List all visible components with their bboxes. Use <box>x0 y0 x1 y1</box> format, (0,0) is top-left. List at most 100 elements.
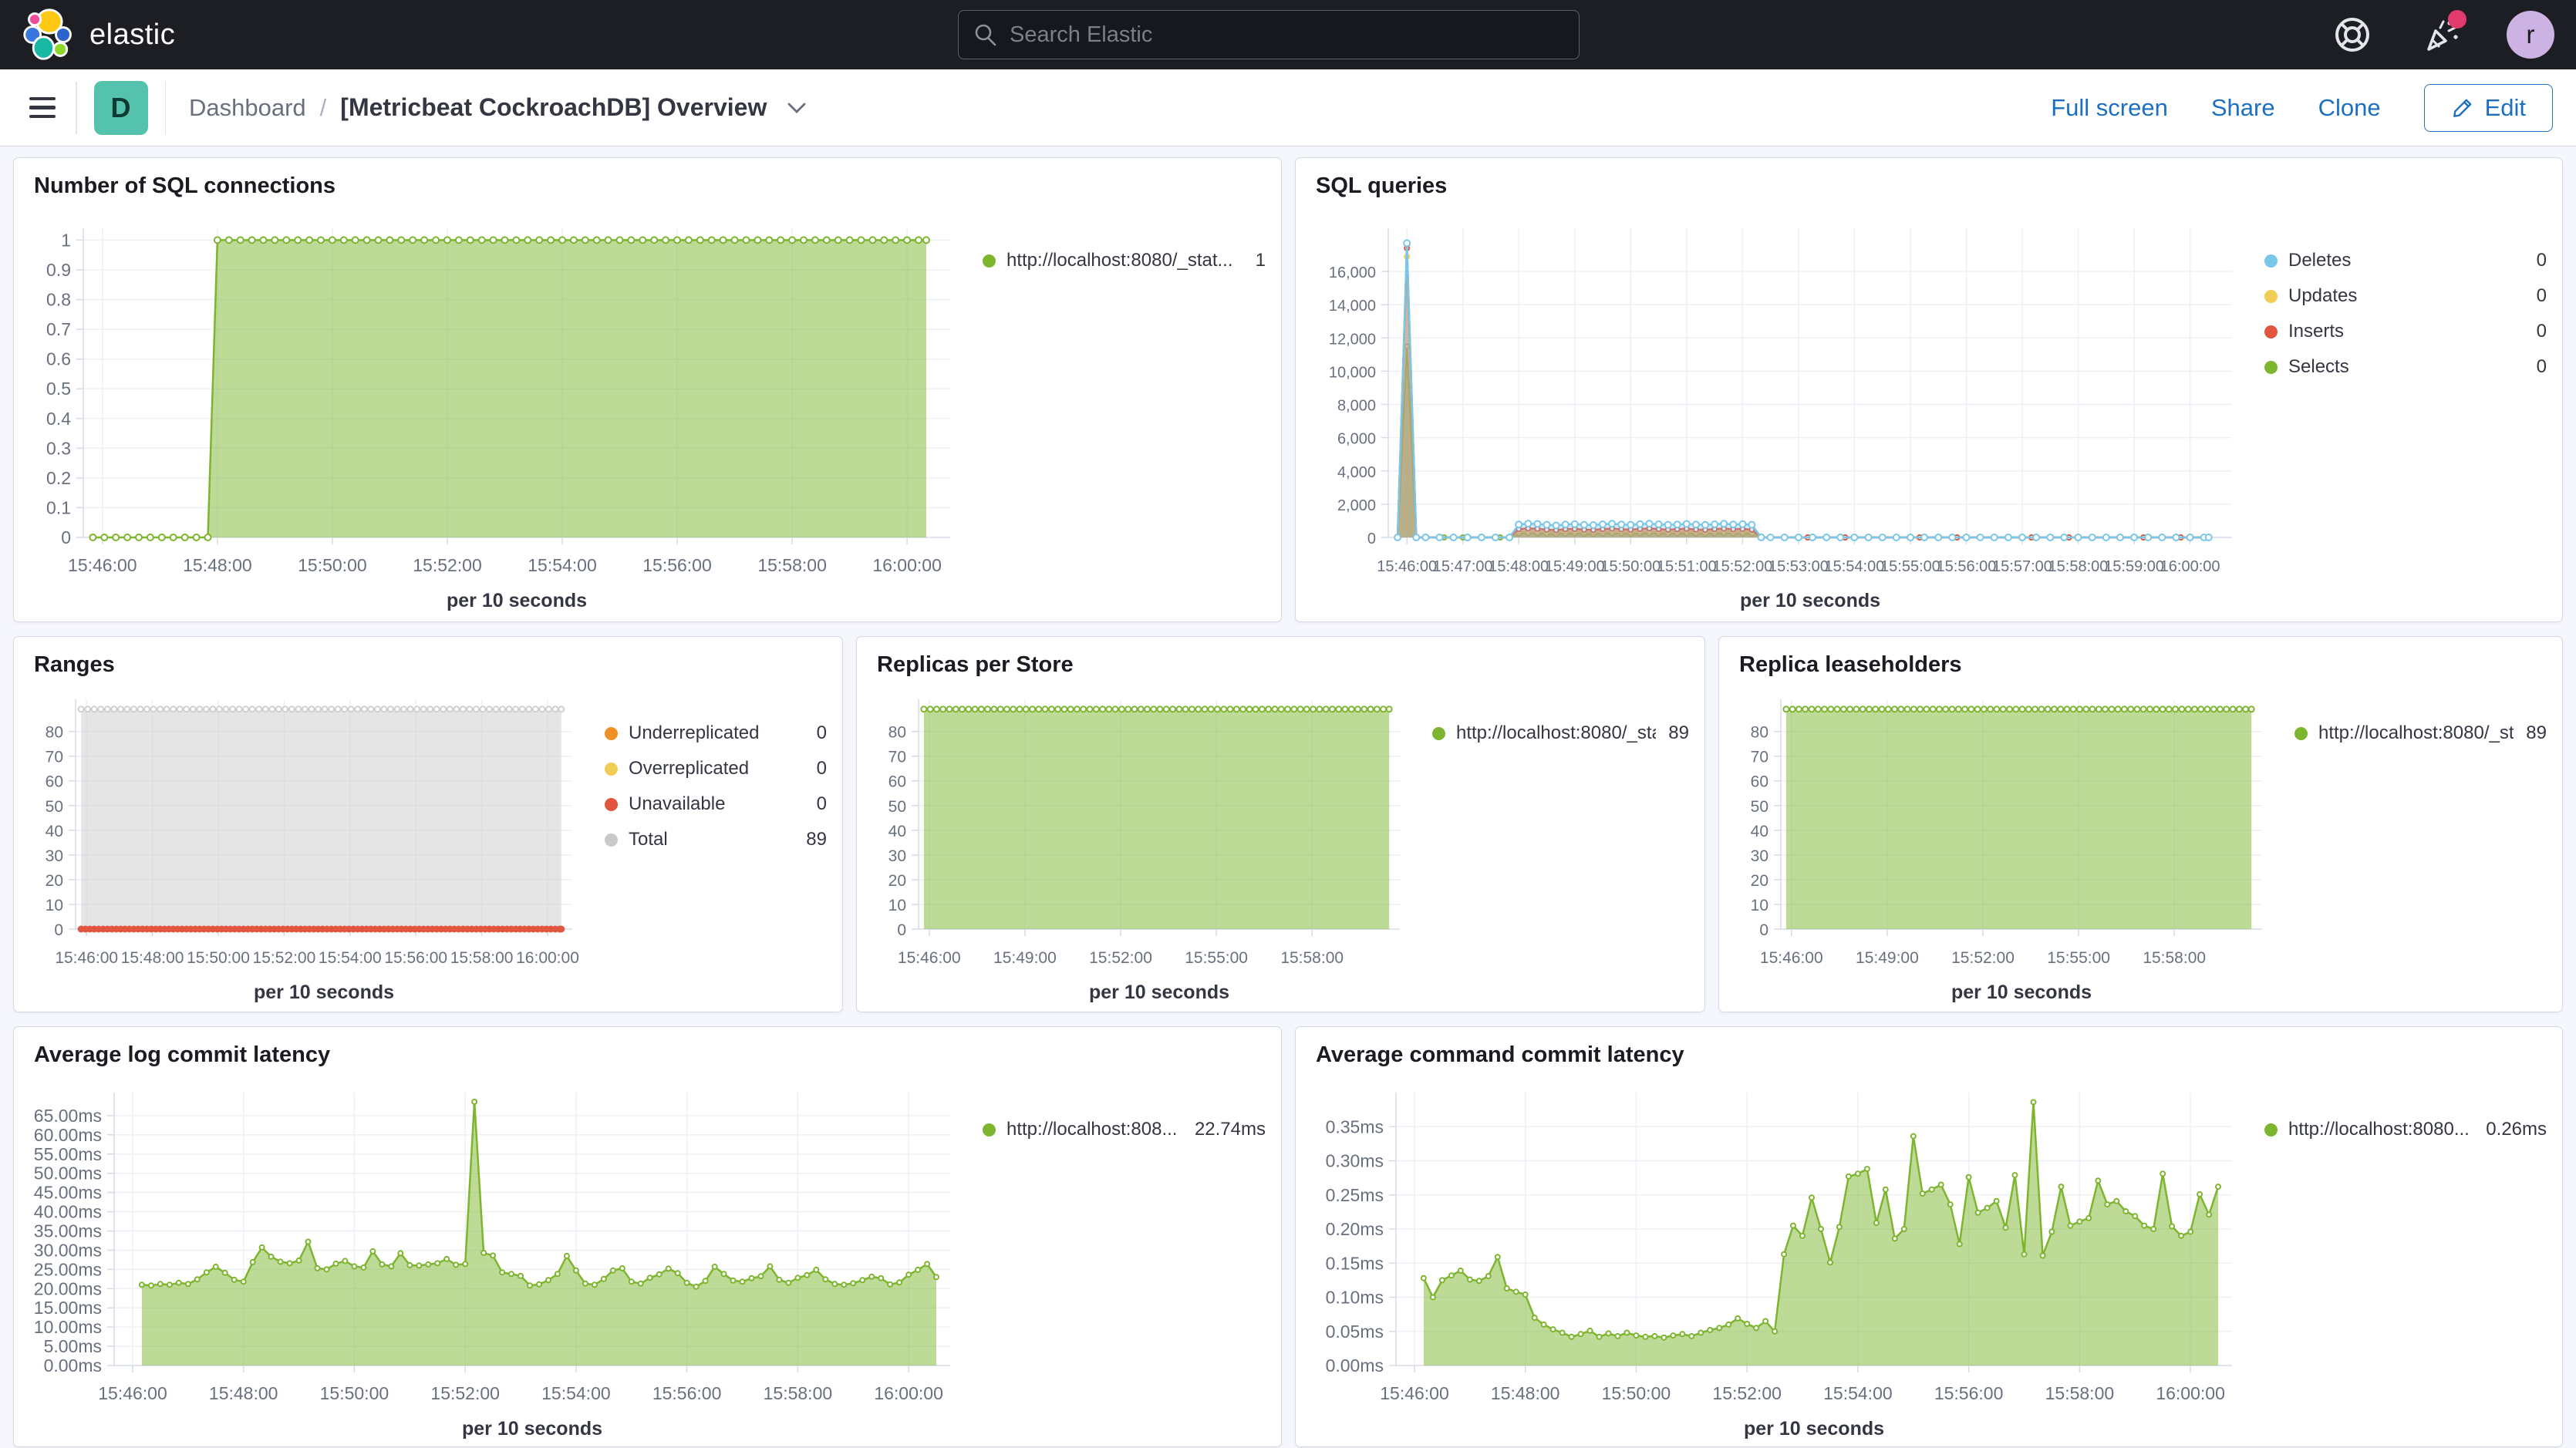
legend-value: 89 <box>2514 722 2547 744</box>
legend-entry[interactable]: Deletes 0 <box>2264 250 2547 271</box>
elastic-logo-icon <box>22 7 77 62</box>
svg-text:80: 80 <box>46 724 63 742</box>
svg-text:15:49:00: 15:49:00 <box>993 949 1057 967</box>
svg-text:0: 0 <box>1759 921 1768 939</box>
svg-text:per 10 seconds: per 10 seconds <box>1951 982 2092 1003</box>
search-icon <box>973 22 998 47</box>
svg-text:0.10ms: 0.10ms <box>1326 1288 1384 1308</box>
chart-legend: http://localhost:8080/_stat... 1 <box>963 200 1266 613</box>
legend-entry[interactable]: Total 89 <box>605 829 827 850</box>
svg-text:15:46:00: 15:46:00 <box>1380 1383 1449 1403</box>
svg-text:50: 50 <box>888 798 906 816</box>
svg-text:0.00ms: 0.00ms <box>44 1355 102 1376</box>
panel-replicas-per-store: Replicas per Store 0102030405060708015:4… <box>856 636 1705 1012</box>
svg-text:50: 50 <box>1751 798 1768 816</box>
svg-text:0: 0 <box>1367 530 1376 547</box>
badge-letter: D <box>111 92 131 124</box>
svg-text:0: 0 <box>897 921 906 939</box>
panel-title: Number of SQL connections <box>34 173 1266 199</box>
legend-entry[interactable]: Updates 0 <box>2264 285 2547 307</box>
edit-button[interactable]: Edit <box>2424 84 2553 132</box>
elastic-logo[interactable]: elastic <box>22 7 175 62</box>
avatar[interactable]: r <box>2507 11 2554 59</box>
svg-text:15:49:00: 15:49:00 <box>1545 558 1605 575</box>
legend-entry[interactable]: http://localhost:8080/_sta... 89 <box>2294 722 2547 744</box>
svg-text:15:58:00: 15:58:00 <box>2048 558 2109 575</box>
search-input[interactable] <box>958 10 1580 59</box>
panel-title: Average log commit latency <box>34 1042 1266 1068</box>
svg-text:2,000: 2,000 <box>1337 497 1376 514</box>
share-button[interactable]: Share <box>2211 94 2275 122</box>
svg-text:0.2: 0.2 <box>46 468 71 488</box>
legend-value: 0 <box>804 793 827 815</box>
svg-text:50: 50 <box>46 798 63 816</box>
svg-text:20.00ms: 20.00ms <box>34 1278 102 1298</box>
legend-entry[interactable]: Selects 0 <box>2264 356 2547 378</box>
svg-text:30: 30 <box>888 847 906 865</box>
logo-text: elastic <box>89 19 175 52</box>
legend-dot <box>605 833 618 847</box>
svg-text:15:55:00: 15:55:00 <box>1880 558 1940 575</box>
panel-title: Replica leaseholders <box>1739 652 2547 678</box>
life-ring-icon <box>2332 15 2372 55</box>
breadcrumb-dashboard[interactable]: Dashboard <box>189 94 306 122</box>
svg-text:15:52:00: 15:52:00 <box>1712 558 1772 575</box>
svg-text:5.00ms: 5.00ms <box>44 1336 102 1356</box>
svg-text:15:58:00: 15:58:00 <box>2143 949 2206 967</box>
clone-button[interactable]: Clone <box>2318 94 2381 122</box>
svg-text:80: 80 <box>1751 724 1768 742</box>
legend-label: http://localhost:8080/_sta... <box>1456 722 1656 744</box>
legend-value: 0 <box>804 758 827 780</box>
svg-text:15:56:00: 15:56:00 <box>1934 1383 2004 1403</box>
legend-label: http://localhost:8080/_sta... <box>2318 722 2514 744</box>
legend-entry[interactable]: http://localhost:8080... 0.26ms <box>2264 1119 2547 1140</box>
legend-entry[interactable]: Underreplicated 0 <box>605 722 827 744</box>
legend-dot <box>2264 361 2278 374</box>
svg-text:15:56:00: 15:56:00 <box>642 555 712 575</box>
legend-entry[interactable]: Overreplicated 0 <box>605 758 827 780</box>
page-title: [Metricbeat CockroachDB] Overview <box>340 93 767 122</box>
svg-text:0: 0 <box>61 527 71 547</box>
chevron-down-icon[interactable] <box>787 101 807 115</box>
svg-text:10: 10 <box>1751 897 1768 914</box>
help-button[interactable] <box>2331 13 2374 56</box>
svg-text:15:48:00: 15:48:00 <box>183 555 252 575</box>
newsfeed-button[interactable] <box>2419 13 2462 56</box>
breadcrumb-separator: / <box>320 94 327 122</box>
svg-text:0.05ms: 0.05ms <box>1326 1322 1384 1342</box>
svg-text:40: 40 <box>46 823 63 840</box>
legend-dot <box>1432 727 1445 740</box>
dashboard-app-badge[interactable]: D <box>94 81 148 135</box>
full-screen-button[interactable]: Full screen <box>2051 94 2168 122</box>
svg-text:55.00ms: 55.00ms <box>34 1144 102 1164</box>
svg-text:15:48:00: 15:48:00 <box>209 1383 278 1403</box>
svg-text:16:00:00: 16:00:00 <box>516 949 579 967</box>
legend-entry[interactable]: http://localhost:808... 22.74ms <box>983 1119 1266 1140</box>
svg-text:15:48:00: 15:48:00 <box>1489 558 1549 575</box>
legend-entry[interactable]: Unavailable 0 <box>605 793 827 815</box>
avg-command-commit-latency-chart: 0.00ms0.05ms0.10ms0.15ms0.20ms0.25ms0.30… <box>1311 1069 2244 1440</box>
legend-entry[interactable]: http://localhost:8080/_stat... 1 <box>983 250 1266 271</box>
legend-label: Underreplicated <box>629 722 759 744</box>
svg-text:per 10 seconds: per 10 seconds <box>254 982 394 1003</box>
svg-text:40: 40 <box>1751 823 1768 840</box>
chart-legend: http://localhost:8080/_sta... 89 <box>1412 679 1689 1003</box>
svg-text:0.00ms: 0.00ms <box>1326 1355 1384 1376</box>
panel-title: SQL queries <box>1316 173 2547 199</box>
svg-text:0.3: 0.3 <box>46 438 71 458</box>
legend-dot <box>605 798 618 811</box>
svg-text:16:00:00: 16:00:00 <box>2156 1383 2225 1403</box>
panel-sql-queries: SQL queries 02,0004,0006,0008,00010,0001… <box>1295 157 2563 622</box>
legend-entry[interactable]: http://localhost:8080/_sta... 89 <box>1432 722 1689 744</box>
menu-button[interactable] <box>29 97 56 119</box>
legend-entry[interactable]: Inserts 0 <box>2264 321 2547 342</box>
legend-value: 0 <box>2524 285 2547 307</box>
divider <box>76 82 77 134</box>
chart-legend: Deletes 0 Updates 0 Inserts 0 Selects 0 <box>2244 200 2547 613</box>
svg-text:15:52:00: 15:52:00 <box>430 1383 500 1403</box>
pencil-icon <box>2451 96 2474 120</box>
svg-text:15:54:00: 15:54:00 <box>541 1383 611 1403</box>
svg-text:15:58:00: 15:58:00 <box>1280 949 1344 967</box>
svg-text:0.7: 0.7 <box>46 319 71 339</box>
svg-text:20: 20 <box>888 872 906 890</box>
